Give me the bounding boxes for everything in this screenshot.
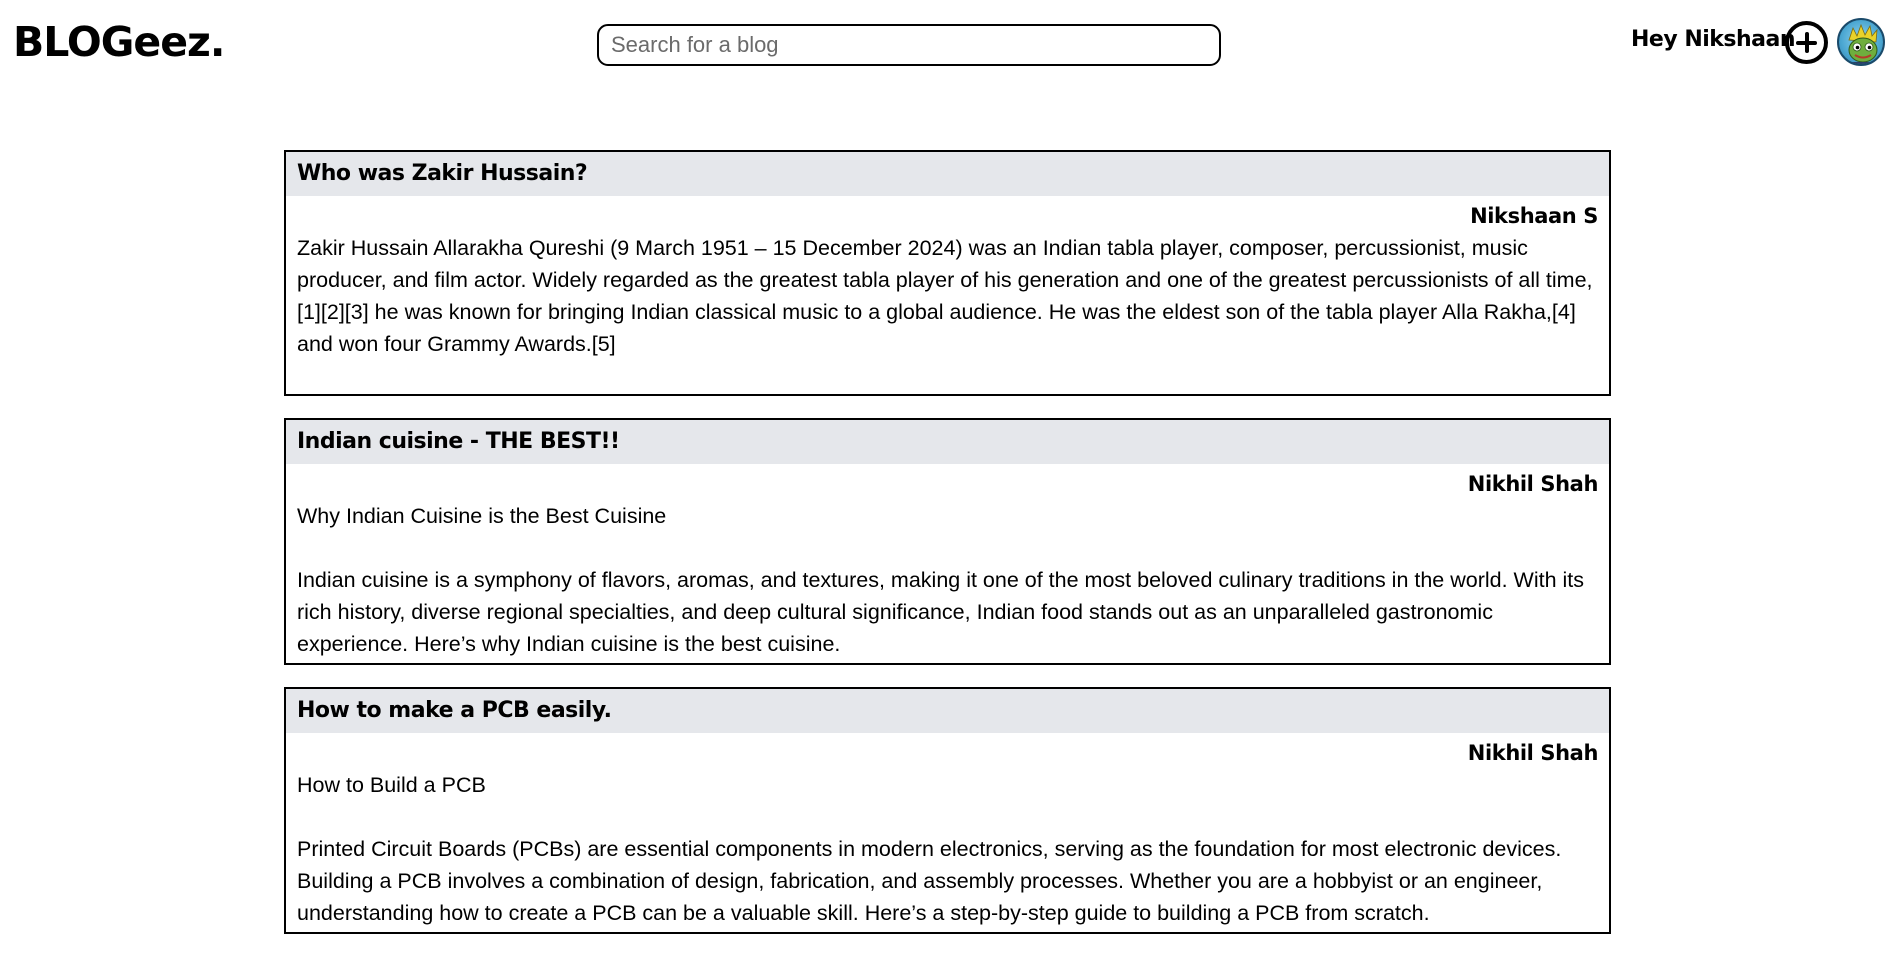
blog-card[interactable]: How to make a PCB easily. Nikhil Shah Ho…	[284, 687, 1611, 934]
blog-title[interactable]: Who was Zakir Hussain?	[286, 152, 1609, 196]
blog-title[interactable]: Indian cuisine - THE BEST!!	[286, 420, 1609, 464]
blog-card[interactable]: Indian cuisine - THE BEST!! Nikhil Shah …	[284, 418, 1611, 665]
search-input[interactable]	[597, 24, 1221, 66]
blog-card[interactable]: Who was Zakir Hussain? Nikshaan S Zakir …	[284, 150, 1611, 396]
blog-excerpt: Why Indian Cuisine is the Best Cuisine I…	[297, 504, 1585, 656]
avatar[interactable]	[1837, 18, 1885, 66]
blog-author: Nikhil Shah	[1467, 472, 1599, 496]
avatar-image	[1848, 23, 1878, 64]
blog-excerpt: Zakir Hussain Allarakha Qureshi (9 March…	[297, 236, 1593, 356]
site-logo[interactable]: BLOGeez.	[13, 18, 225, 66]
add-post-button[interactable]	[1785, 21, 1828, 64]
blog-excerpt: How to Build a PCB Printed Circuit Board…	[297, 773, 1562, 925]
top-navbar: BLOGeez. Hey Nikshaan	[0, 0, 1891, 90]
blog-author: Nikshaan S	[1470, 204, 1598, 228]
user-greeting: Hey Nikshaan	[1631, 27, 1796, 52]
blog-title[interactable]: How to make a PCB easily.	[286, 689, 1609, 733]
blog-feed: Who was Zakir Hussain? Nikshaan S Zakir …	[284, 150, 1611, 956]
blog-author: Nikhil Shah	[1467, 741, 1599, 765]
